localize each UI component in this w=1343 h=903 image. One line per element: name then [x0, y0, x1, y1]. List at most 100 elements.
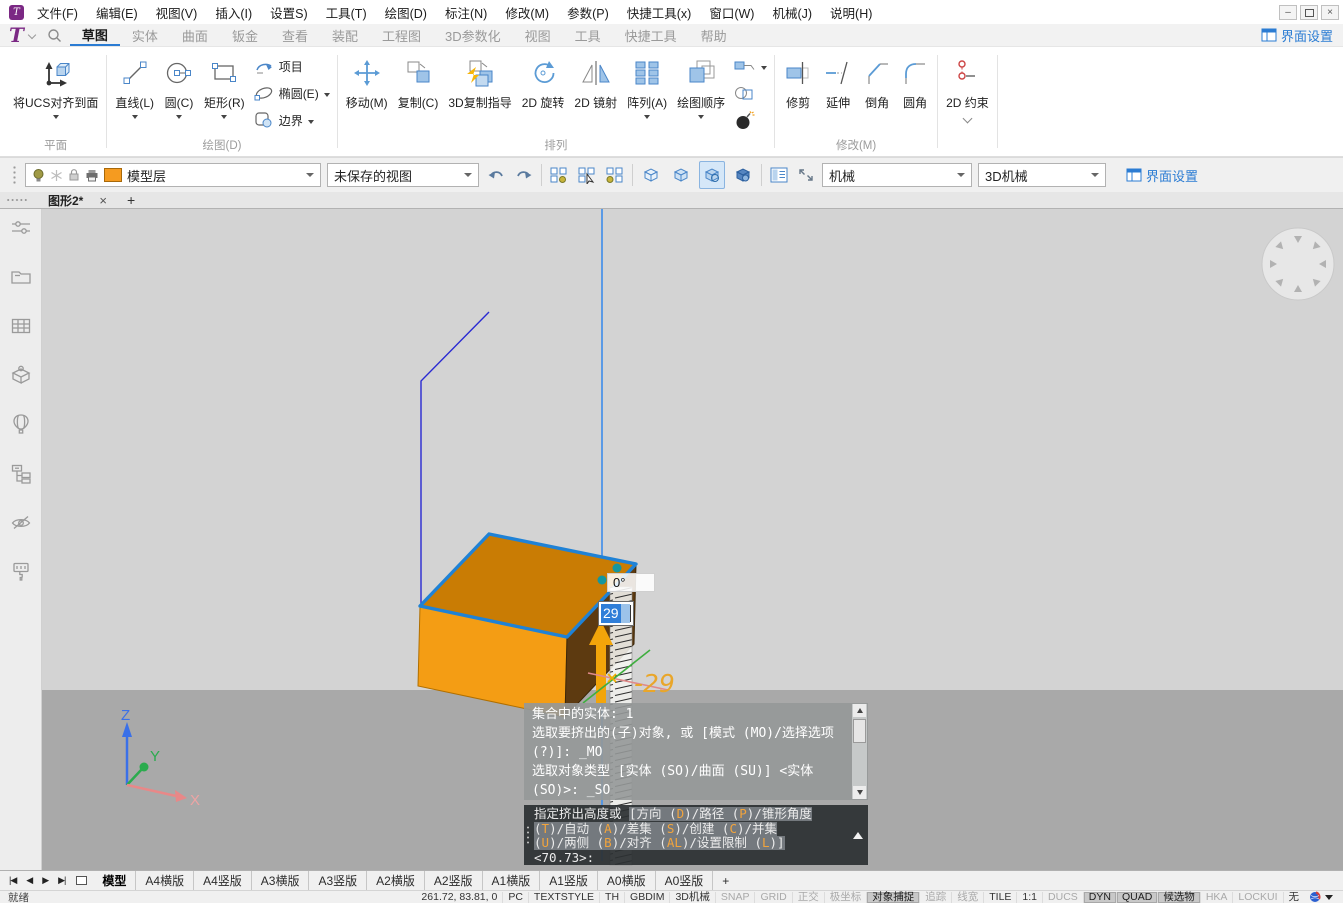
style-combo[interactable]: 机械 — [822, 163, 972, 187]
navigation-wheel[interactable] — [1262, 228, 1334, 300]
ribbon-small-button-project[interactable]: 项目 — [254, 54, 330, 78]
layer-isolate-button[interactable] — [604, 162, 626, 188]
ribbon-button-ucs-align[interactable]: 将UCS对齐到面 — [8, 52, 103, 120]
sheet-tab-8[interactable]: A1竖版 — [540, 871, 598, 890]
ribbon-tab-10[interactable]: 快捷工具 — [613, 24, 689, 46]
ribbon-tab-8[interactable]: 视图 — [513, 24, 563, 46]
toolbar-grip[interactable] — [12, 165, 17, 185]
search-button[interactable] — [47, 24, 62, 46]
sheet-tab-4[interactable]: A3竖版 — [309, 871, 367, 890]
ribbon-small-button-group-circles[interactable] — [734, 81, 767, 105]
ribbon-tab-9[interactable]: 工具 — [563, 24, 613, 46]
height-input[interactable]: 29 — [598, 601, 634, 626]
properties-panel-button[interactable] — [768, 162, 790, 188]
ribbon-button-array[interactable]: 阵列(A) — [622, 52, 672, 120]
menu-item-2[interactable]: 视图(V) — [147, 3, 207, 22]
status-toggle-15[interactable]: DUCS — [1042, 892, 1083, 903]
structure-tree-button[interactable] — [10, 462, 32, 484]
sheet-nav-1[interactable]: ◀ — [21, 875, 37, 886]
rendered-view-button[interactable] — [731, 162, 755, 188]
ribbon-small-button-ellipse[interactable]: 椭圆(E) — [254, 81, 330, 105]
ribbon-button-move[interactable]: 移动(M) — [341, 52, 393, 112]
properties-filter-button[interactable] — [10, 217, 32, 239]
status-toggle-7[interactable]: GRID — [754, 892, 791, 903]
status-toggle-3[interactable]: TH — [599, 892, 624, 903]
ribbon-button-chamfer[interactable]: 倒角 — [858, 52, 896, 112]
sheet-tab-5[interactable]: A2横版 — [367, 871, 425, 890]
status-toggle-10[interactable]: 对象捕捉 — [866, 892, 919, 903]
hide-objects-button[interactable] — [10, 511, 32, 533]
status-toggle-5[interactable]: 3D机械 — [669, 892, 714, 903]
file-browser-button[interactable] — [10, 266, 32, 288]
ribbon-tab-11[interactable]: 帮助 — [689, 24, 739, 46]
status-toggle-12[interactable]: 线宽 — [951, 892, 983, 903]
tabbar-grip[interactable] — [6, 198, 28, 202]
ribbon-button-fillet[interactable]: 圆角 — [896, 52, 934, 112]
status-toggle-20[interactable]: LOCKUI — [1232, 892, 1282, 903]
menu-item-7[interactable]: 标注(N) — [436, 3, 496, 22]
restore-button[interactable] — [1300, 5, 1318, 20]
ribbon-tab-6[interactable]: 工程图 — [370, 24, 433, 46]
close-tab-button[interactable]: × — [89, 193, 117, 208]
ribbon-button-trim[interactable]: 修剪 — [778, 52, 818, 112]
ribbon-tab-7[interactable]: 3D参数化 — [433, 24, 513, 46]
menu-item-13[interactable]: 说明(H) — [821, 3, 881, 22]
workspace-combo[interactable]: 3D机械 — [978, 163, 1106, 187]
status-toggle-4[interactable]: GBDIM — [624, 892, 669, 903]
document-tab-active[interactable]: 图形2* — [36, 192, 89, 209]
scrollbar-thumb[interactable] — [853, 719, 866, 743]
menu-item-5[interactable]: 工具(T) — [317, 3, 376, 22]
table-panel-button[interactable] — [10, 315, 32, 337]
new-tab-button[interactable]: + — [117, 192, 145, 208]
grip-point[interactable] — [598, 576, 607, 585]
menu-item-9[interactable]: 参数(P) — [558, 3, 618, 22]
ribbon-button-rotate[interactable]: 2D 旋转 — [517, 52, 570, 112]
ribbon-button-copy[interactable]: 复制(C) — [393, 52, 444, 112]
ribbon-small-button-matchprop[interactable] — [734, 54, 767, 78]
status-toggle-2[interactable]: TEXTSTYLE — [528, 892, 599, 903]
ui-settings-button-top[interactable]: 界面设置 — [1251, 24, 1343, 46]
status-toggle-9[interactable]: 极坐标 — [824, 892, 867, 903]
ribbon-tab-4[interactable]: 查看 — [270, 24, 320, 46]
material-paint-button[interactable] — [10, 560, 32, 582]
fullscreen-button[interactable] — [796, 162, 816, 188]
status-toggle-11[interactable]: 追踪 — [919, 892, 951, 903]
status-toggle-21[interactable]: 无 — [1283, 892, 1305, 903]
app-logo[interactable]: T — [9, 24, 24, 46]
status-expand-caret[interactable] — [1325, 895, 1333, 900]
ribbon-button-draworder[interactable]: 绘图顺序 — [672, 52, 730, 120]
status-toggle-1[interactable]: PC — [502, 892, 528, 903]
layer-states-button[interactable] — [548, 162, 570, 188]
ribbon-tab-1[interactable]: 实体 — [120, 24, 170, 46]
ui-settings-button-toolbar[interactable]: 界面设置 — [1116, 166, 1208, 185]
ribbon-button-extend[interactable]: 延伸 — [818, 52, 858, 112]
sheet-nav-3[interactable]: ▶| — [53, 875, 70, 886]
undo-button[interactable] — [485, 162, 507, 188]
ribbon-tab-0[interactable]: 草图 — [70, 24, 120, 46]
menu-item-3[interactable]: 插入(I) — [206, 3, 261, 22]
status-toggle-8[interactable]: 正交 — [792, 892, 824, 903]
close-button[interactable]: × — [1321, 5, 1339, 20]
sheet-nav-0[interactable]: |◀ — [4, 875, 21, 886]
menu-item-0[interactable]: 文件(F) — [28, 3, 87, 22]
scroll-down-button[interactable] — [853, 786, 866, 799]
add-sheet-button[interactable]: + — [713, 874, 738, 888]
ribbon-small-button-boundary[interactable]: 边界 — [254, 108, 330, 132]
menu-item-8[interactable]: 修改(M) — [496, 3, 558, 22]
menu-item-12[interactable]: 机械(J) — [763, 3, 821, 22]
sheet-tab-3[interactable]: A3横版 — [252, 871, 310, 890]
status-toggle-14[interactable]: 1:1 — [1016, 892, 1042, 903]
command-input[interactable]: 指定挤出高度或 [方向 (D)/路径 (P)/锥形角度(T)/自动 (A)/差集… — [524, 805, 868, 865]
sheet-list-icon[interactable] — [76, 876, 87, 885]
menu-item-6[interactable]: 绘图(D) — [376, 3, 436, 22]
grip-point[interactable] — [613, 564, 622, 573]
status-toggle-18[interactable]: 候选物 — [1157, 892, 1200, 903]
command-history[interactable]: 集合中的实体: 1选取要挤出的(子)对象, 或 [模式 (MO)/选择选项(?)… — [524, 703, 868, 800]
menu-item-10[interactable]: 快捷工具(x) — [618, 3, 701, 22]
wireframe-view-button[interactable] — [639, 162, 663, 188]
ribbon-small-button-explode-bomb[interactable] — [734, 108, 767, 132]
sheet-tab-6[interactable]: A2竖版 — [425, 871, 483, 890]
shaded-view-button-selected[interactable] — [699, 161, 725, 189]
scroll-up-button[interactable] — [853, 704, 866, 717]
hidden-view-button[interactable] — [669, 162, 693, 188]
